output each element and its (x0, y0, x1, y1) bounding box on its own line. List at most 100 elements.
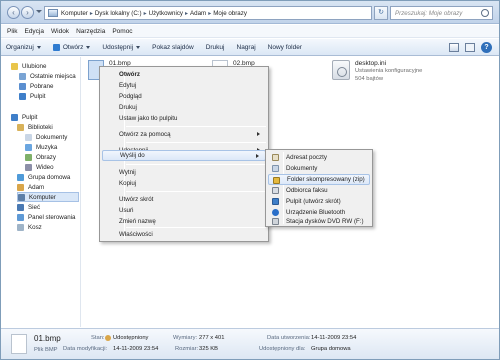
send-to-submenu: Adresat poczty Dokumenty Folder skompres… (265, 149, 373, 227)
sidebar-item-documents[interactable]: Dokumenty (25, 132, 67, 142)
sidebar-item-desktop[interactable]: Pulpit (19, 91, 45, 101)
ctx-rename[interactable]: Zmień nazwę (102, 216, 266, 227)
new-folder-button[interactable]: Nowy folder (268, 44, 302, 51)
sendto-dvd-drive[interactable]: Stacja dysków DVD RW (F:) (268, 216, 370, 227)
sendto-fax-recipient[interactable]: Odbiorca faksu (268, 185, 370, 196)
sidebar-item-libraries[interactable]: Biblioteki (17, 122, 53, 132)
chevron-down-icon (136, 45, 141, 49)
command-toolbar: Organizuj Otwórz Udostępnij Pokaz slajdó… (1, 39, 499, 56)
computer-icon (18, 193, 25, 201)
print-button[interactable]: Drukuj (206, 44, 225, 51)
change-view-icon[interactable] (449, 43, 459, 52)
menu-tools[interactable]: Narzędzia (76, 28, 105, 35)
breadcrumb-separator-icon[interactable]: ▸ (144, 10, 147, 17)
breadcrumb-separator-icon[interactable]: ▸ (90, 10, 93, 17)
ctx-print[interactable]: Drukuj (102, 102, 266, 113)
desktop-icon (11, 113, 18, 121)
shared-people-icon (105, 335, 111, 341)
breadcrumb-computer[interactable]: Komputer (61, 10, 88, 17)
context-menu: Otwórz Edytuj Podgląd Drukuj Ustaw jako … (99, 66, 269, 242)
computer-icon (48, 9, 58, 17)
file-item-desktop-ini[interactable]: desktop.ini Ustawienia konfiguracyjne 50… (332, 60, 422, 83)
breadcrumb-adam[interactable]: Adam (190, 10, 206, 17)
title-bar: ‹ › Komputer ▸ Dysk lokalny (C:) ▸ Użytk… (1, 1, 499, 24)
ctx-create-shortcut[interactable]: Utwórz skrót (102, 194, 266, 205)
ctx-preview[interactable]: Podgląd (102, 91, 266, 102)
search-icon[interactable] (481, 9, 489, 17)
file-type: Ustawienia konfiguracyjne (355, 68, 423, 74)
details-modified-label: Data modyfikacji: (63, 346, 108, 352)
sidebar-item-computer[interactable]: Komputer (17, 192, 79, 202)
open-button[interactable]: Otwórz (52, 43, 91, 51)
ctx-edit[interactable]: Edytuj (102, 80, 266, 91)
sendto-desktop-shortcut[interactable]: Pulpit (utwórz skrót) (268, 196, 370, 207)
forward-button[interactable]: › (21, 6, 34, 19)
slideshow-button[interactable]: Pokaz slajdów (152, 44, 194, 51)
sendto-documents[interactable]: Dokumenty (268, 163, 370, 174)
ctx-open-with[interactable]: Otwórz za pomocą (102, 129, 266, 140)
star-icon (11, 62, 18, 70)
refresh-icon[interactable]: ↻ (374, 6, 388, 20)
recycle-bin-icon (17, 223, 24, 231)
search-input[interactable]: Przeszukaj: Moje obrazy (390, 6, 493, 20)
menu-separator (126, 142, 266, 143)
explorer-window: ‹ › Komputer ▸ Dysk lokalny (C:) ▸ Użytk… (0, 0, 500, 360)
sendto-compressed-folder[interactable]: Folder skompresowany (zip) (268, 174, 370, 185)
sidebar-item-recycle-bin[interactable]: Kosz (17, 222, 42, 232)
fax-icon (272, 187, 279, 194)
ctx-set-wallpaper[interactable]: Ustaw jako tło pulpitu (102, 113, 266, 124)
details-state-value: Udostępniony (113, 335, 149, 341)
menu-view[interactable]: Widok (51, 28, 69, 35)
recent-pages-chevron-icon[interactable] (36, 10, 42, 13)
preview-pane-icon[interactable] (465, 43, 475, 52)
breadcrumb-separator-icon[interactable]: ▸ (185, 10, 188, 17)
ctx-cut[interactable]: Wytnij (102, 167, 266, 178)
sidebar-item-homegroup[interactable]: Grupa domowa (17, 172, 70, 182)
user-folder-icon (17, 183, 24, 191)
ctx-send-to[interactable]: Wyślij do (102, 150, 266, 161)
address-bar[interactable]: Komputer ▸ Dysk lokalny (C:) ▸ Użytkowni… (44, 6, 372, 20)
menu-file[interactable]: Plik (7, 28, 17, 35)
sidebar-item-desktop-root[interactable]: Pulpit (11, 112, 37, 122)
sendto-mail-recipient[interactable]: Adresat poczty (268, 152, 370, 163)
recent-places-icon (19, 72, 26, 80)
sidebar-item-control-panel[interactable]: Panel sterowania (17, 212, 75, 222)
sidebar-item-favorites[interactable]: Ulubione (11, 61, 46, 71)
ctx-delete[interactable]: Usuń (102, 205, 266, 216)
ctx-copy[interactable]: Kopiuj (102, 178, 266, 189)
share-button[interactable]: Udostępnij (102, 43, 141, 51)
sidebar-item-pictures[interactable]: Obrazy (25, 152, 56, 162)
ctx-properties[interactable]: Właściwości (102, 229, 266, 240)
burn-button[interactable]: Nagraj (237, 44, 256, 51)
sidebar-item-downloads[interactable]: Pobrane (19, 81, 53, 91)
sidebar-item-network[interactable]: Sieć (17, 202, 40, 212)
mail-icon (272, 154, 279, 161)
homegroup-icon (17, 173, 24, 181)
back-button[interactable]: ‹ (7, 6, 20, 19)
organize-button[interactable]: Organizuj (6, 44, 41, 51)
breadcrumb-pictures[interactable]: Moje obrazy (213, 10, 247, 17)
details-file-name: 01.bmp (34, 334, 61, 343)
sidebar-item-recent-places[interactable]: Ostatnie miejsca (19, 71, 76, 81)
help-icon[interactable]: ? (481, 42, 492, 53)
breadcrumb-local-disk[interactable]: Dysk lokalny (C:) (95, 10, 142, 17)
breadcrumb-users[interactable]: Użytkownicy (149, 10, 183, 17)
menu-help[interactable]: Pomoc (112, 28, 132, 35)
sidebar-item-videos[interactable]: Wideo (25, 162, 54, 172)
sidebar-item-music[interactable]: Muzyka (25, 142, 57, 152)
ctx-send-to-label: Wyślij do (120, 152, 145, 159)
menu-separator (126, 227, 266, 228)
ctx-open[interactable]: Otwórz (102, 69, 266, 80)
navigation-pane: Ulubione Ostatnie miejsca Pobrane Pulpit… (1, 57, 81, 327)
details-dimensions-value: 277 x 401 (199, 335, 225, 341)
music-icon (25, 143, 32, 151)
chevron-down-icon (36, 45, 41, 49)
menu-edit[interactable]: Edycja (24, 28, 44, 35)
breadcrumb-separator-icon[interactable]: ▸ (208, 10, 211, 17)
share-label: Udostępnij (102, 43, 134, 51)
menu-separator (126, 126, 266, 127)
bitmap-file-icon (11, 334, 27, 354)
sidebar-item-adam[interactable]: Adam (17, 182, 44, 192)
details-size-label: Rozmiar: (175, 346, 199, 352)
open-icon (52, 43, 60, 51)
